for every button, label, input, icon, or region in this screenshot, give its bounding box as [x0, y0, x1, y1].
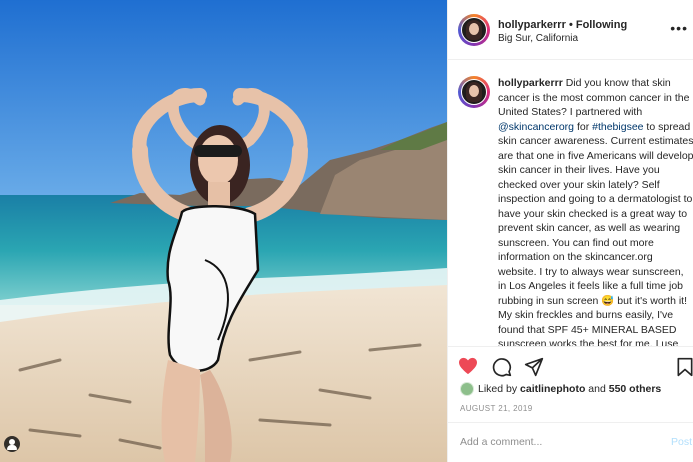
liker-username[interactable]: caitlinephoto [520, 383, 585, 395]
liker-avatar[interactable] [460, 382, 474, 396]
post-header: hollyparkerrr • Following Big Sur, Calif… [448, 0, 693, 60]
likes-count-link[interactable]: 550 others [609, 383, 662, 395]
likes-summary: Liked by caitlinephoto and 550 others [460, 381, 661, 397]
caption-part-2: for [574, 120, 593, 133]
instagram-post: hollyparkerrr • Following Big Sur, Calif… [0, 0, 693, 462]
caption-avatar[interactable] [458, 76, 490, 108]
caption-part-3: to spread skin cancer awareness. Current… [498, 120, 693, 347]
more-options-icon[interactable]: ••• [670, 20, 688, 36]
post-comment-button[interactable]: Post [671, 436, 692, 448]
author-username[interactable]: hollyparkerrr [498, 19, 566, 31]
comment-input[interactable]: Add a comment... [460, 436, 542, 448]
comment-bar: Add a comment... Post [448, 422, 693, 462]
bookmark-icon[interactable] [676, 357, 693, 382]
post-date[interactable]: AUGUST 21, 2019 [460, 404, 533, 413]
hashtag-link[interactable]: #thebigsee [592, 121, 643, 133]
heart-icon[interactable] [458, 357, 478, 380]
follow-status-button[interactable]: Following [576, 19, 627, 31]
post-photo[interactable] [0, 0, 447, 462]
beach-photo-image [0, 0, 447, 462]
caption-section: hollyparkerrr Did you know that skin can… [448, 60, 693, 346]
liked-middle: and [585, 383, 609, 395]
share-icon[interactable] [524, 357, 544, 382]
comment-icon[interactable] [492, 357, 512, 382]
caption-username[interactable]: hollyparkerrr [498, 77, 563, 89]
caption-text: hollyparkerrr Did you know that skin can… [498, 76, 693, 346]
action-bar [448, 346, 693, 386]
location-link[interactable]: Big Sur, California [498, 33, 578, 44]
mention-link[interactable]: @skincancerorg [498, 121, 574, 133]
post-side-panel: hollyparkerrr • Following Big Sur, Calif… [447, 0, 693, 462]
user-tag-icon[interactable] [4, 436, 20, 452]
follow-separator: • [568, 19, 573, 31]
author-avatar[interactable] [458, 14, 490, 46]
liked-prefix: Liked by [478, 383, 521, 395]
